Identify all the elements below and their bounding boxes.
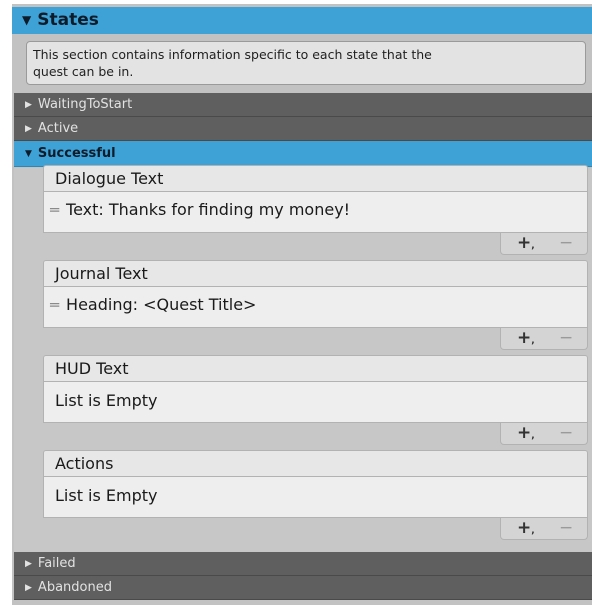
hud-text-list-footer: +, − (500, 423, 588, 445)
states-help-box: This section contains information specif… (26, 41, 586, 85)
collapsed-arrow-icon: ▶ (25, 100, 32, 110)
remove-button[interactable]: − (559, 233, 573, 253)
state-label: Failed (37, 556, 76, 571)
empty-list-text: List is Empty (55, 391, 158, 410)
dialogue-text-list-footer: +, − (500, 233, 588, 255)
states-panel: ▼ States This section contains informatio… (12, 4, 592, 605)
state-foldout-failed[interactable]: ▶ Failed (14, 552, 592, 576)
journal-text-list-item[interactable]: ═ Heading: <Quest Title> (43, 286, 588, 328)
state-label: WaitingToStart (37, 97, 133, 112)
journal-text-list-header[interactable]: Journal Text (43, 260, 588, 286)
states-foldout-header[interactable]: ▼ States (12, 7, 592, 34)
state-label: Successful (37, 146, 116, 161)
list-title: Dialogue Text (55, 169, 164, 188)
expanded-arrow-icon: ▼ (22, 13, 32, 27)
help-text-line-2: quest can be in. (33, 64, 134, 79)
dialogue-text-list-item[interactable]: ═ Text: Thanks for finding my money! (43, 191, 588, 233)
journal-text-list-footer: +, − (500, 328, 588, 350)
add-button[interactable]: +, (517, 423, 535, 446)
remove-button[interactable]: − (559, 423, 573, 443)
empty-list-text: List is Empty (55, 486, 158, 505)
list-title: Actions (55, 454, 114, 473)
help-text-line-1: This section contains information specif… (33, 47, 432, 62)
collapsed-arrow-icon: ▶ (25, 124, 32, 134)
drag-handle-icon[interactable]: ═ (50, 200, 59, 220)
add-button[interactable]: +, (517, 518, 535, 541)
list-item-text: Text: Thanks for finding my money! (66, 200, 351, 219)
remove-button[interactable]: − (559, 328, 573, 348)
add-button[interactable]: +, (517, 328, 535, 351)
state-foldout-abandoned[interactable]: ▶ Abandoned (14, 576, 592, 600)
state-foldout-waitingtostart[interactable]: ▶ WaitingToStart (14, 93, 592, 117)
expanded-arrow-icon: ▼ (25, 149, 32, 159)
hud-text-list-header[interactable]: HUD Text (43, 355, 588, 381)
collapsed-arrow-icon: ▶ (25, 583, 32, 593)
list-title: Journal Text (55, 264, 148, 283)
actions-list-empty: List is Empty (43, 476, 588, 518)
state-label: Abandoned (37, 580, 112, 595)
add-button[interactable]: +, (517, 233, 535, 256)
hud-text-list-empty: List is Empty (43, 381, 588, 423)
remove-button[interactable]: − (559, 518, 573, 538)
list-title: HUD Text (55, 359, 129, 378)
collapsed-arrow-icon: ▶ (25, 559, 32, 569)
state-foldout-active[interactable]: ▶ Active (14, 117, 592, 141)
drag-handle-icon[interactable]: ═ (50, 295, 59, 315)
actions-list-footer: +, − (500, 518, 588, 540)
dialogue-text-list-header[interactable]: Dialogue Text (43, 165, 588, 191)
actions-list-header[interactable]: Actions (43, 450, 588, 476)
state-foldout-successful[interactable]: ▼ Successful (14, 141, 592, 167)
states-title: States (37, 10, 99, 30)
state-label: Active (37, 121, 79, 136)
list-item-text: Heading: <Quest Title> (66, 295, 257, 314)
